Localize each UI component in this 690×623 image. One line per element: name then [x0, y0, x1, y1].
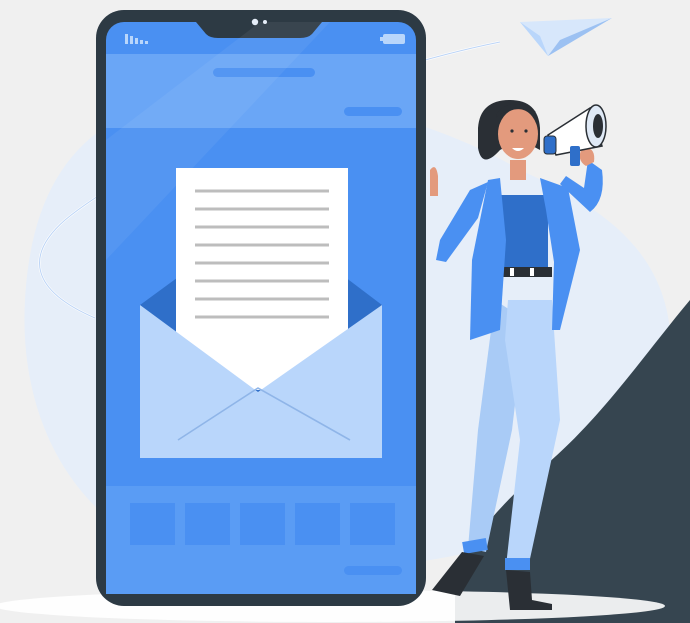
neck [510, 160, 526, 180]
left-hand [430, 167, 438, 196]
envelope-icon [140, 168, 382, 458]
paper-plane-icon [520, 18, 612, 56]
email-marketing-illustration [0, 0, 690, 623]
footer-tile [350, 503, 395, 545]
illustration-canvas [0, 10, 690, 623]
footer-action-bar [344, 566, 402, 575]
footer-tiles [130, 503, 395, 545]
footer-tile [295, 503, 340, 545]
belt-loop [510, 268, 514, 276]
megaphone-icon [543, 104, 607, 166]
belt-loop [530, 268, 534, 276]
pant-cuff [505, 558, 530, 570]
footer-tile [130, 503, 175, 545]
eye [510, 129, 514, 133]
header-action-bar [344, 107, 402, 116]
face [498, 109, 538, 159]
footer-tile [240, 503, 285, 545]
footer-tile [185, 503, 230, 545]
battery-icon [380, 34, 405, 44]
eye [524, 129, 528, 133]
